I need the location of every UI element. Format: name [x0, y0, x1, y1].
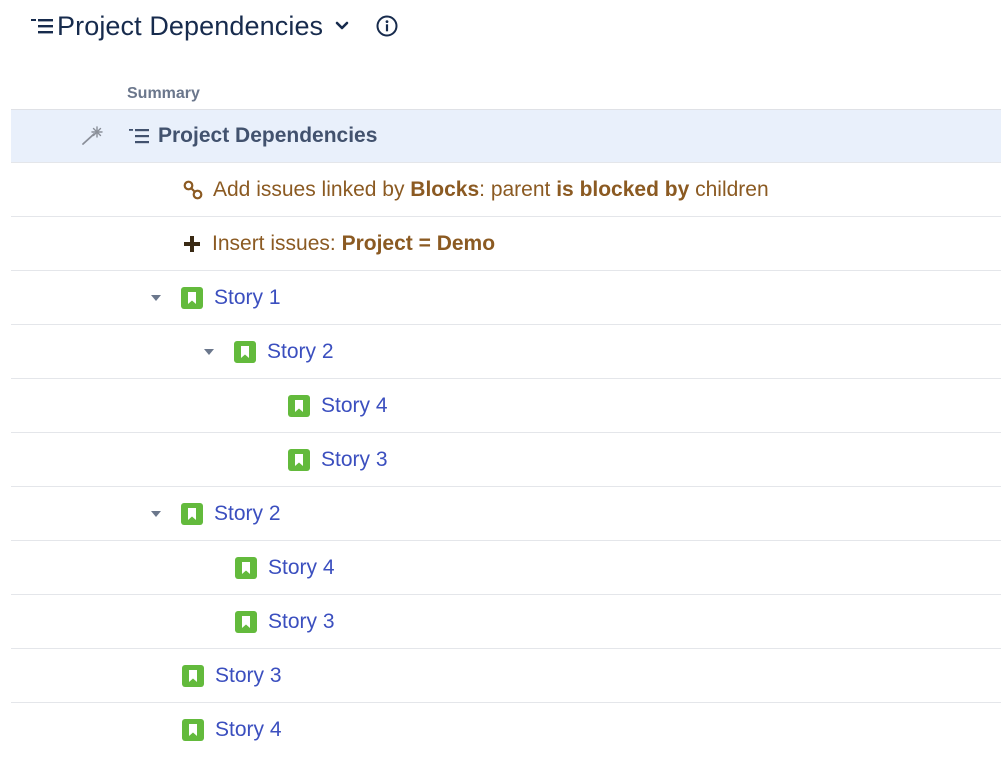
root-label: Project Dependencies: [158, 124, 378, 147]
issue-summary[interactable]: Story 3: [321, 448, 388, 472]
story-icon: [235, 556, 257, 579]
generator-row-insert[interactable]: Insert issues: Project = Demo: [11, 217, 1001, 271]
issue-row[interactable]: Story 4: [11, 541, 1001, 595]
generator-text: Add issues linked by Blocks: parent is b…: [213, 177, 769, 201]
story-icon: [288, 394, 310, 417]
story-icon: [182, 719, 204, 741]
issue-summary[interactable]: Story 3: [215, 664, 282, 688]
story-icon: [288, 448, 310, 471]
issue-summary[interactable]: Story 1: [214, 286, 281, 310]
link-type: Blocks: [410, 177, 480, 201]
magic-wand-icon: [81, 110, 105, 162]
link-icon: [183, 180, 203, 200]
issue-summary[interactable]: Story 4: [321, 394, 388, 418]
structure-icon: [128, 127, 150, 145]
info-icon[interactable]: [375, 14, 399, 38]
issue-row[interactable]: Story 1: [11, 271, 1001, 325]
chevron-down-icon[interactable]: [335, 21, 349, 31]
issue-summary[interactable]: Story 4: [268, 556, 335, 580]
issue-row[interactable]: Story 3: [11, 433, 1001, 487]
issue-row[interactable]: Story 3: [11, 595, 1001, 649]
story-icon: [235, 610, 257, 633]
issue-summary[interactable]: Story 2: [267, 340, 334, 364]
structure-grid: Project Dependencies Add issues linked b…: [11, 109, 1001, 757]
page-title[interactable]: Project Dependencies: [57, 11, 323, 42]
insert-query: Project = Demo: [341, 231, 496, 255]
issue-summary[interactable]: Story 4: [215, 718, 282, 742]
issue-row[interactable]: Story 3: [11, 649, 1001, 703]
story-icon: [181, 502, 203, 525]
issue-row[interactable]: Story 2: [11, 487, 1001, 541]
page-header: Project Dependencies: [30, 6, 399, 46]
story-icon: [181, 286, 203, 309]
link-relation: is blocked by: [556, 177, 690, 201]
expand-triangle-icon[interactable]: [202, 348, 216, 356]
issue-summary[interactable]: Story 3: [268, 610, 335, 634]
root-row[interactable]: Project Dependencies: [11, 109, 1001, 163]
generator-text: Insert issues: Project = Demo: [212, 231, 496, 255]
story-icon: [234, 340, 256, 363]
issue-row[interactable]: Story 4: [11, 379, 1001, 433]
expand-triangle-icon[interactable]: [149, 510, 163, 518]
generator-row-extend[interactable]: Add issues linked by Blocks: parent is b…: [11, 163, 1001, 217]
column-header-summary[interactable]: Summary: [127, 85, 200, 103]
plus-icon: [183, 235, 201, 253]
structure-icon: [30, 16, 54, 36]
story-icon: [182, 664, 204, 687]
issue-row[interactable]: Story 2: [11, 325, 1001, 379]
expand-triangle-icon[interactable]: [149, 294, 163, 302]
issue-summary[interactable]: Story 2: [214, 502, 281, 526]
issue-row[interactable]: Story 4: [11, 703, 1001, 757]
